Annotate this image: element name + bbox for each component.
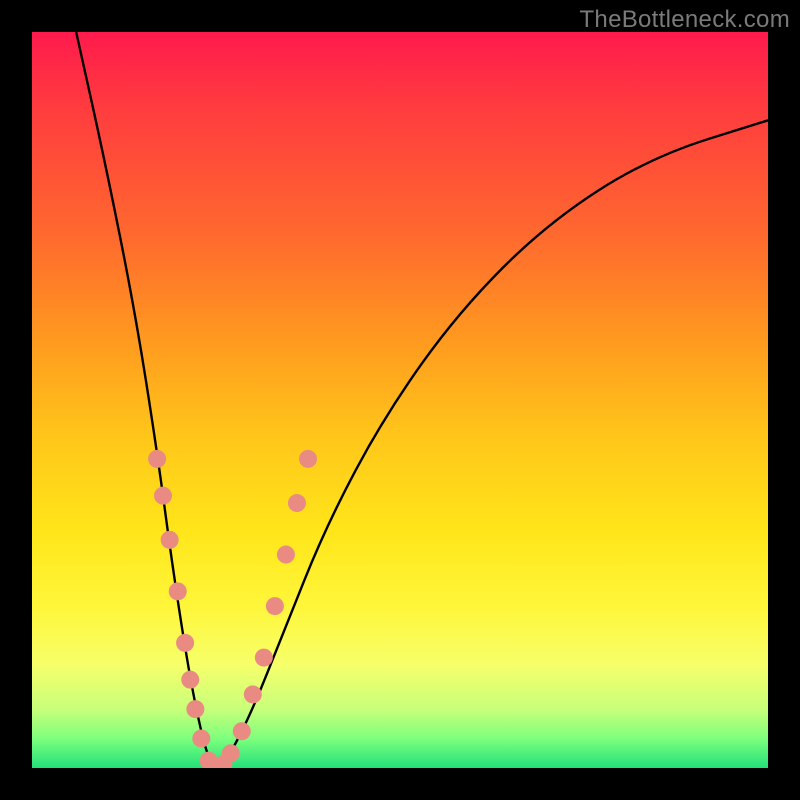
data-point-marker <box>148 450 166 468</box>
watermark-text: TheBottleneck.com <box>579 6 790 34</box>
curve-layer <box>76 32 768 766</box>
data-point-marker <box>244 685 262 703</box>
data-point-marker <box>192 730 210 748</box>
chart-plot-area <box>32 32 768 768</box>
data-point-marker <box>181 671 199 689</box>
data-point-marker <box>233 722 251 740</box>
data-point-marker <box>255 649 273 667</box>
data-point-marker <box>154 487 172 505</box>
outer-frame: TheBottleneck.com <box>0 0 800 800</box>
data-point-marker <box>277 546 295 564</box>
data-point-marker <box>176 634 194 652</box>
data-point-marker <box>266 597 284 615</box>
bottleneck-curve <box>76 32 768 766</box>
data-point-marker <box>169 582 187 600</box>
data-point-marker <box>288 494 306 512</box>
data-point-marker <box>161 531 179 549</box>
data-point-marker <box>186 700 204 718</box>
data-point-marker <box>222 744 240 762</box>
chart-svg <box>32 32 768 768</box>
data-point-marker <box>299 450 317 468</box>
